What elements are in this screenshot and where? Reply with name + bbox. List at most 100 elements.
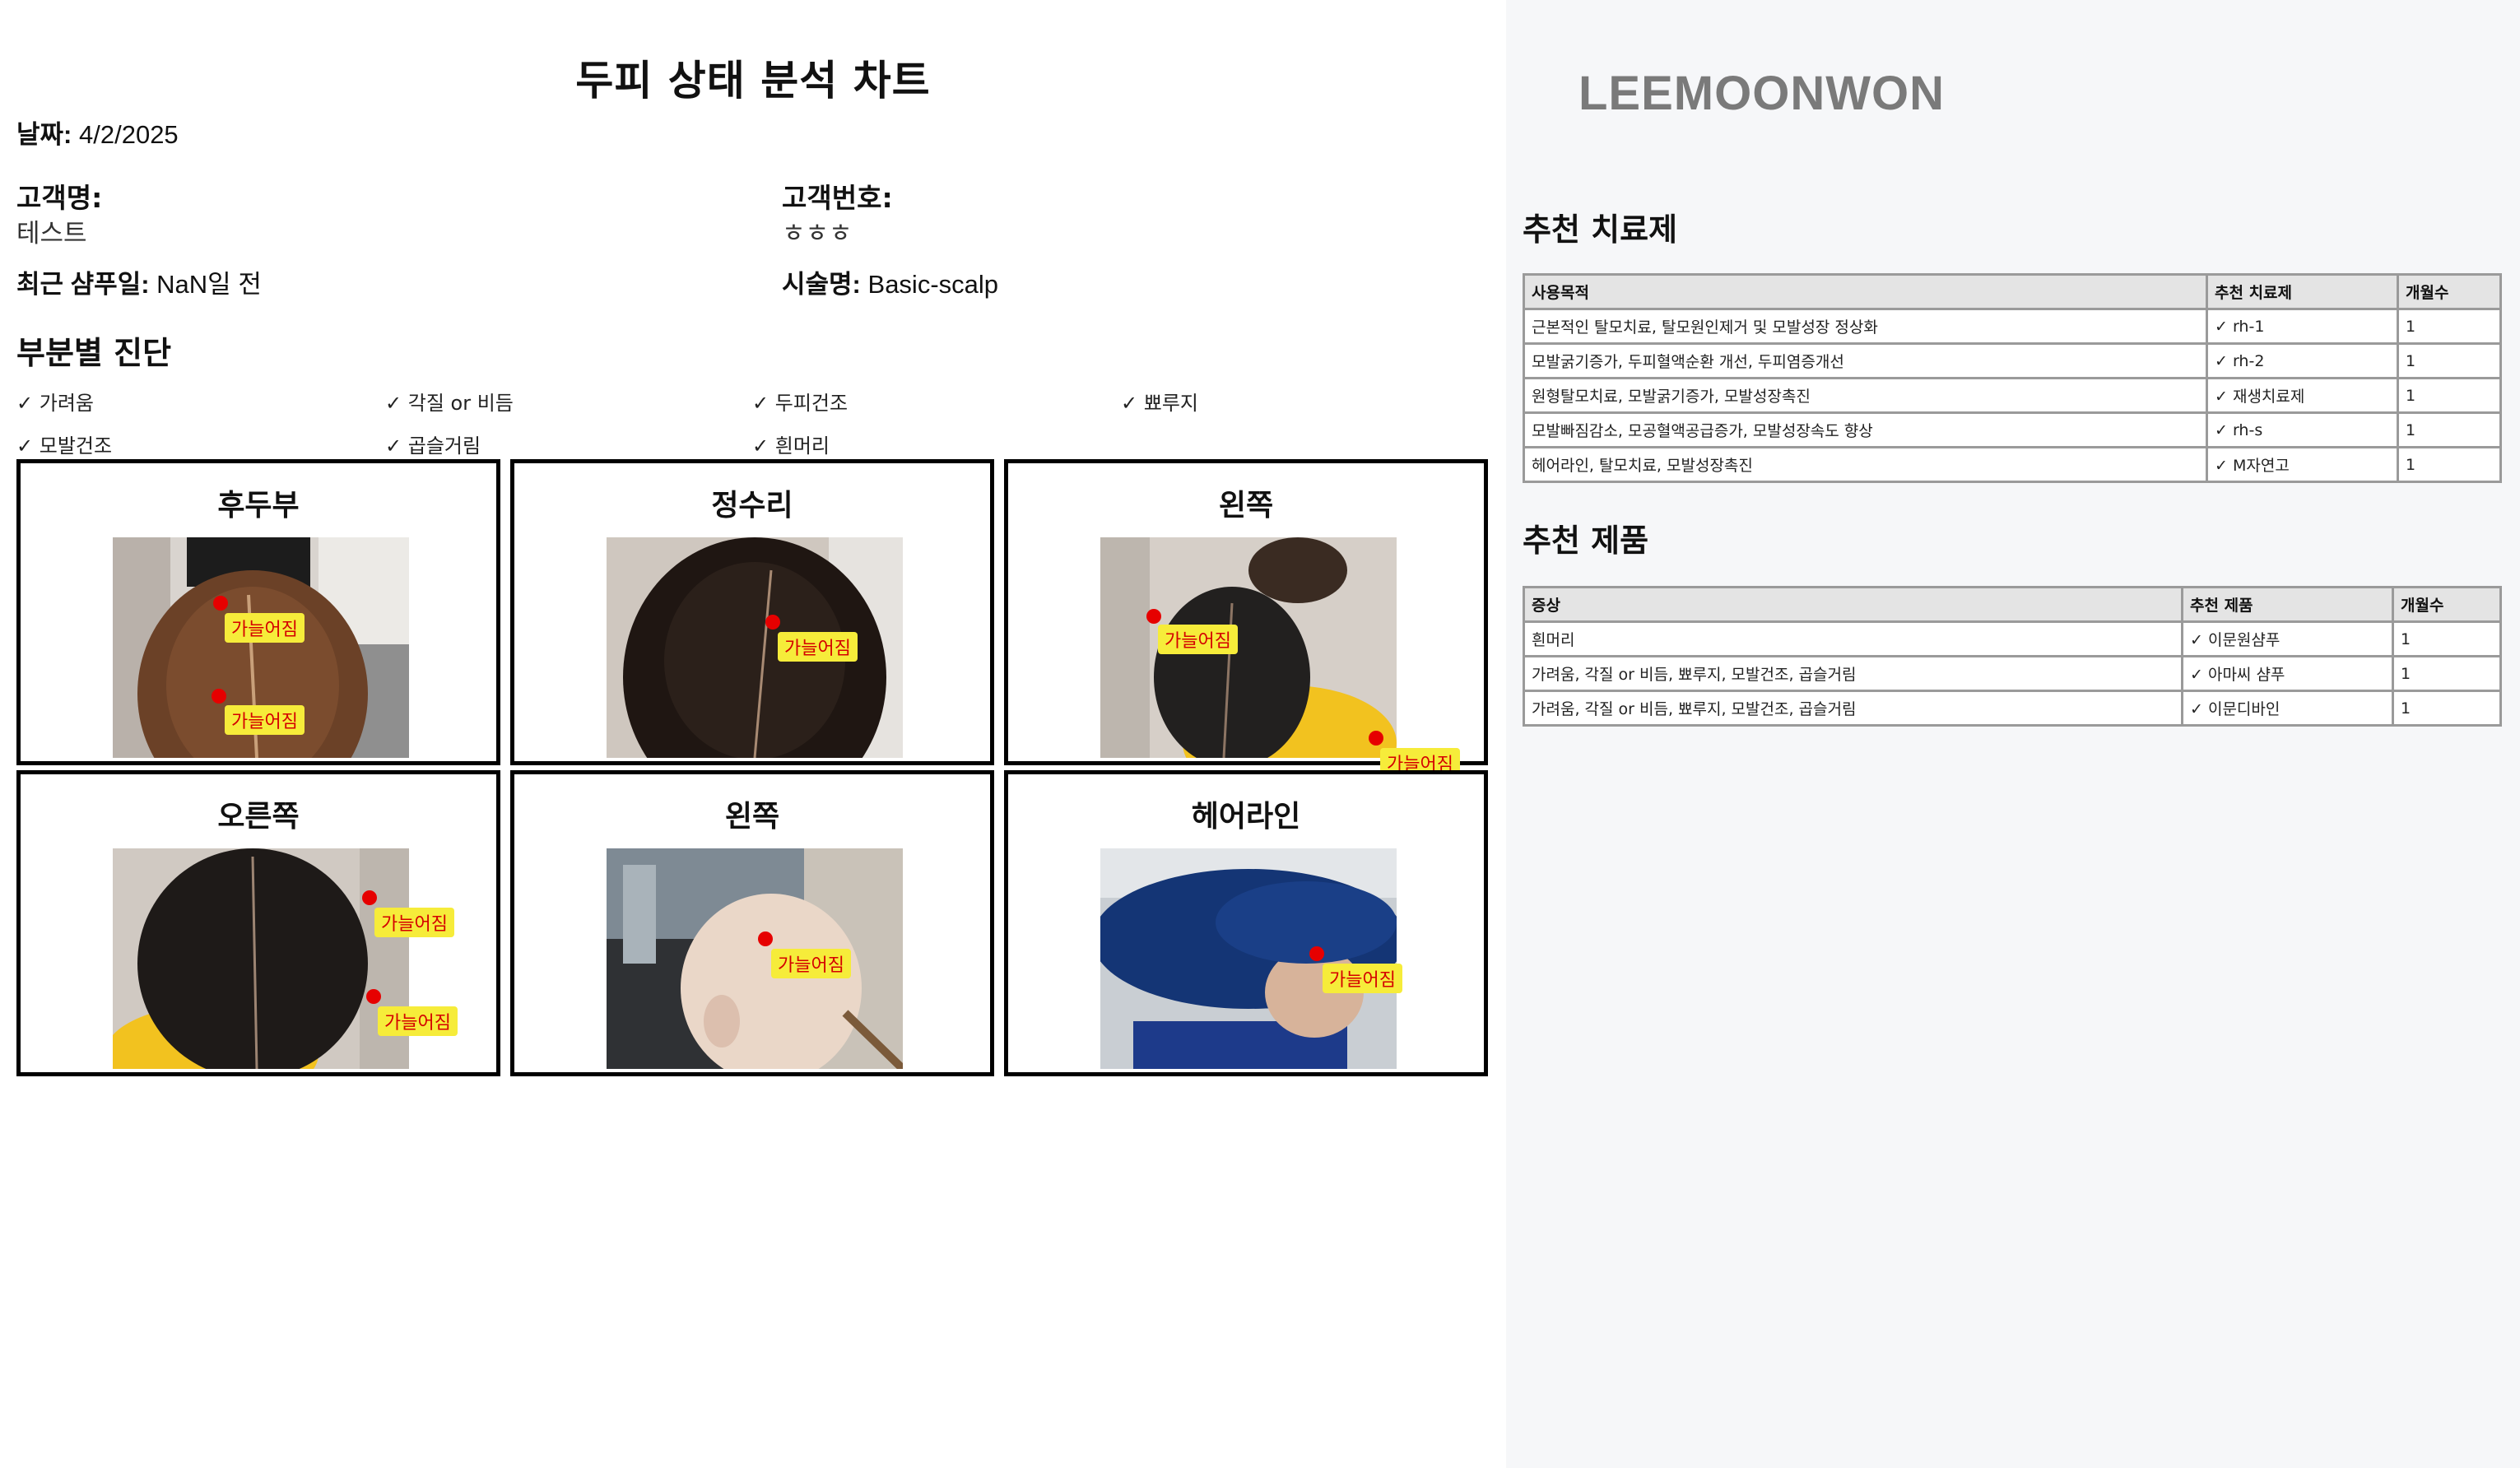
scalp-panel-hairline: 헤어라인 가늘어짐	[1004, 770, 1488, 1076]
panel-title: 왼쪽	[1218, 489, 1274, 523]
table-cell: 1	[2397, 377, 2502, 414]
thinning-tag: 가늘어짐	[778, 632, 858, 662]
table-header-row: 사용목적 추천 치료제 개월수	[1523, 273, 2502, 310]
thinning-tag: 가늘어짐	[378, 1006, 458, 1036]
scalp-panel-back: 후두부 가늘어짐 가늘어짐	[16, 459, 500, 765]
column-header: 사용목적	[1523, 273, 2208, 310]
table-cell: 1	[2397, 446, 2502, 483]
marker-dot	[1369, 731, 1383, 746]
thinning-tag: 가늘어짐	[225, 705, 305, 735]
table-cell: ✓ 재생치료제	[2206, 377, 2399, 414]
brand-logo-text: LEEMOONWON	[1578, 67, 1945, 120]
recommendation-pane: LEEMOONWON 추천 치료제 사용목적 추천 치료제 개월수 근본적인 탈…	[1506, 0, 2520, 1468]
symptom-item: ✓ 흰머리	[752, 434, 830, 458]
table-cell: ✓ 이문디바인	[2181, 690, 2394, 727]
panel-title: 왼쪽	[724, 800, 780, 834]
table-row: 모발빠짐감소, 모공혈액공급증가, 모발성장속도 향상 ✓ rh-s 1	[1523, 411, 2502, 448]
panel-title: 정수리	[711, 489, 793, 523]
page: 두피 상태 분석 차트 날짜: 4/2/2025 고객명: 테스트 고객번호: …	[0, 0, 2520, 1468]
table-cell: 1	[2392, 690, 2502, 727]
marker-dot	[366, 989, 381, 1004]
procedure-label: 시술명:	[782, 270, 861, 299]
marker-dot	[1309, 946, 1324, 961]
scalp-panel-left-2: 왼쪽 가늘어짐	[510, 770, 994, 1076]
scalp-panel-right: 오른쪽 가늘어짐 가늘어짐	[16, 770, 500, 1076]
date-row: 날짜: 4/2/2025	[16, 114, 179, 151]
table-cell: 모발빠짐감소, 모공혈액공급증가, 모발성장속도 향상	[1523, 411, 2208, 448]
panel-title: 후두부	[217, 489, 300, 523]
date-label: 날짜:	[16, 120, 72, 149]
table-cell: 1	[2397, 342, 2502, 379]
table-cell: ✓ 아마씨 샴푸	[2181, 655, 2394, 692]
table-cell: 헤어라인, 탈모치료, 모발성장촉진	[1523, 446, 2208, 483]
marker-dot	[213, 596, 228, 611]
last-shampoo-row: 최근 샴푸일: NaN일 전	[16, 263, 262, 300]
table-cell: 근본적인 탈모치료, 탈모원인제거 및 모발성장 정상화	[1523, 308, 2208, 345]
table-cell: 원형탈모치료, 모발굵기증가, 모발성장촉진	[1523, 377, 2208, 414]
procedure-value: Basic-scalp	[867, 270, 999, 299]
table-row: 흰머리 ✓ 이문원샴푸 1	[1523, 620, 2502, 657]
analysis-chart-pane: 두피 상태 분석 차트 날짜: 4/2/2025 고객명: 테스트 고객번호: …	[0, 0, 1506, 1468]
left-side-photo-2	[607, 848, 903, 1069]
table-cell: 흰머리	[1523, 620, 2183, 657]
table-cell: ✓ 이문원샴푸	[2181, 620, 2394, 657]
column-header: 증상	[1523, 586, 2183, 623]
thinning-tag: 가늘어짐	[1158, 625, 1238, 654]
column-header: 추천 제품	[2181, 586, 2394, 623]
symptom-item: ✓ 모발건조	[16, 434, 113, 458]
table-cell: ✓ rh-2	[2206, 342, 2399, 379]
panel-title: 헤어라인	[1191, 800, 1301, 834]
last-shampoo-label: 최근 샴푸일:	[16, 270, 150, 299]
table-row: 가려움, 각질 or 비듬, 뾰루지, 모발건조, 곱슬거림 ✓ 아마씨 샴푸 …	[1523, 655, 2502, 692]
thinning-tag: 가늘어짐	[1323, 964, 1402, 993]
table-cell: 1	[2397, 308, 2502, 345]
table-cell: ✓ rh-1	[2206, 308, 2399, 345]
marker-dot	[1146, 609, 1161, 624]
scalp-panel-crown: 정수리 가늘어짐	[510, 459, 994, 765]
table-cell: 1	[2392, 620, 2502, 657]
table-row: 모발굵기증가, 두피혈액순환 개선, 두피염증개선 ✓ rh-2 1	[1523, 342, 2502, 379]
table-cell: 모발굵기증가, 두피혈액순환 개선, 두피염증개선	[1523, 342, 2208, 379]
hairline-photo	[1100, 848, 1397, 1069]
products-title: 추천 제품	[1523, 523, 1649, 559]
symptom-item: ✓ 곱슬거림	[385, 434, 481, 458]
marker-dot	[212, 689, 226, 704]
date-value: 4/2/2025	[79, 120, 179, 149]
customer-number-value: ㅎㅎㅎ	[782, 219, 853, 249]
right-side-photo	[113, 848, 409, 1069]
symptom-item: ✓ 뾰루지	[1121, 392, 1198, 415]
scalp-panel-left: 왼쪽 가늘어짐 가늘어짐	[1004, 459, 1488, 778]
table-cell: 1	[2397, 411, 2502, 448]
thinning-tag: 가늘어짐	[374, 908, 454, 937]
panel-title: 오른쪽	[217, 800, 300, 834]
customer-number-label: 고객번호:	[782, 182, 893, 214]
table-row: 헤어라인, 탈모치료, 모발성장촉진 ✓ M자연고 1	[1523, 446, 2502, 483]
crown-photo	[607, 537, 903, 758]
thinning-tag: 가늘어짐	[771, 949, 851, 978]
customer-name-label: 고객명:	[16, 182, 103, 214]
marker-dot	[362, 890, 377, 905]
table-header-row: 증상 추천 제품 개월수	[1523, 586, 2502, 623]
left-side-photo	[1100, 537, 1397, 758]
products-table: 증상 추천 제품 개월수 흰머리 ✓ 이문원샴푸 1 가려움, 각질 or 비듬…	[1523, 586, 2502, 727]
procedure-row: 시술명: Basic-scalp	[782, 263, 998, 300]
treatments-table: 사용목적 추천 치료제 개월수 근본적인 탈모치료, 탈모원인제거 및 모발성장…	[1523, 273, 2502, 483]
table-cell: 1	[2392, 655, 2502, 692]
column-header: 개월수	[2397, 273, 2502, 310]
table-cell: 가려움, 각질 or 비듬, 뾰루지, 모발건조, 곱슬거림	[1523, 655, 2183, 692]
table-cell: 가려움, 각질 or 비듬, 뾰루지, 모발건조, 곱슬거림	[1523, 690, 2183, 727]
symptom-item: ✓ 두피건조	[752, 392, 849, 415]
marker-dot	[758, 931, 773, 946]
customer-name-value: 테스트	[16, 219, 87, 249]
symptom-item: ✓ 각질 or 비듬	[385, 392, 514, 415]
diagnosis-title: 부분별 진단	[16, 335, 172, 371]
marker-dot	[765, 615, 780, 629]
column-header: 추천 치료제	[2206, 273, 2399, 310]
thinning-tag: 가늘어짐	[225, 613, 305, 643]
chart-title: 두피 상태 분석 차트	[575, 57, 931, 105]
last-shampoo-value: NaN일 전	[156, 270, 262, 299]
table-cell: ✓ M자연고	[2206, 446, 2399, 483]
table-cell: ✓ rh-s	[2206, 411, 2399, 448]
table-row: 가려움, 각질 or 비듬, 뾰루지, 모발건조, 곱슬거림 ✓ 이문디바인 1	[1523, 690, 2502, 727]
symptom-item: ✓ 가려움	[16, 392, 94, 415]
